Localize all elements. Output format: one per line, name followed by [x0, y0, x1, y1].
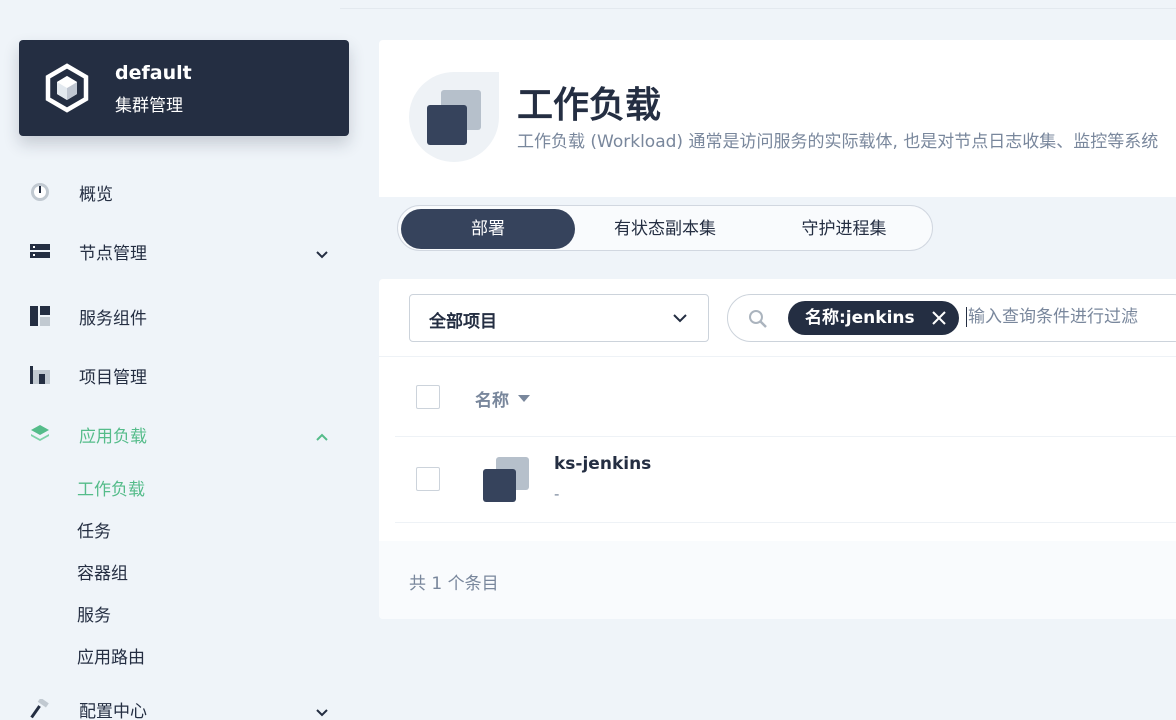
sidebar-item-nodes[interactable]: 节点管理 — [30, 233, 340, 269]
project-icon — [30, 363, 70, 387]
sidebar-item-label: 节点管理 — [79, 243, 147, 264]
sidebar-item-config-center[interactable]: 配置中心 — [30, 691, 340, 720]
table-footer: 共 1 个条目 — [379, 541, 1176, 619]
layers-icon — [30, 422, 70, 446]
sidebar-item-projects[interactable]: 项目管理 — [30, 357, 340, 393]
sidebar-item-components[interactable]: 服务组件 — [30, 298, 340, 334]
sidebar-subitem-services[interactable]: 服务 — [77, 601, 111, 626]
select-all-checkbox[interactable] — [416, 385, 440, 409]
sidebar-subitem-jobs[interactable]: 任务 — [77, 517, 111, 542]
hammer-icon — [30, 697, 70, 720]
sort-caret-icon — [518, 395, 530, 402]
server-icon — [30, 239, 70, 263]
tab-daemonsets[interactable]: 守护进程集 — [760, 209, 928, 249]
table-header: 名称 — [395, 357, 1176, 437]
table-toolbar: 全部项目 名称:jenkins — [379, 279, 1176, 357]
project-select-value: 全部项目 — [429, 312, 497, 332]
chevron-up-icon — [316, 433, 328, 441]
sidebar-item-app-workloads[interactable]: 应用负载 — [30, 416, 340, 452]
workload-description: - — [554, 485, 560, 503]
sidebar-subitem-workloads[interactable]: 工作负载 — [77, 475, 145, 500]
cluster-card[interactable]: default 集群管理 — [19, 40, 349, 136]
sidebar-item-label: 概览 — [79, 184, 113, 205]
cluster-subtitle: 集群管理 — [115, 96, 183, 116]
cluster-icon — [45, 63, 89, 113]
filter-tag-label: 名称:jenkins — [805, 308, 915, 328]
workload-type-tabs: 部署 有状态副本集 守护进程集 — [397, 205, 933, 251]
search-icon — [749, 310, 767, 328]
sidebar-subitem-pods[interactable]: 容器组 — [77, 559, 128, 584]
tab-statefulsets[interactable]: 有状态副本集 — [580, 209, 750, 249]
deployment-icon — [483, 457, 529, 502]
chevron-down-icon — [316, 251, 328, 259]
workload-name-link[interactable]: ks-jenkins — [554, 454, 651, 474]
sidebar-item-label: 配置中心 — [79, 701, 147, 720]
search-bar[interactable]: 名称:jenkins — [727, 294, 1176, 342]
project-select[interactable]: 全部项目 — [409, 294, 709, 342]
cluster-name: default — [115, 62, 192, 84]
page-title: 工作负载 — [517, 85, 662, 126]
workload-header-icon — [409, 72, 499, 162]
page-description: 工作负载 (Workload) 通常是访问服务的实际载体, 也是对节点日志收集、… — [517, 132, 1159, 152]
sidebar-item-label: 服务组件 — [79, 308, 147, 329]
dashboard-icon — [30, 180, 70, 204]
filter-tag: 名称:jenkins — [788, 301, 959, 335]
column-header-label: 名称 — [475, 391, 509, 411]
sidebar-subitem-routes[interactable]: 应用路由 — [77, 643, 145, 668]
tab-deployments[interactable]: 部署 — [401, 209, 575, 249]
close-icon[interactable] — [931, 310, 947, 326]
chevron-down-icon — [673, 314, 687, 323]
total-count: 共 1 个条目 — [409, 574, 499, 594]
chevron-down-icon — [316, 709, 328, 717]
sidebar-item-overview[interactable]: 概览 — [30, 174, 340, 210]
search-input[interactable] — [966, 307, 1176, 327]
column-header-name[interactable]: 名称 — [475, 386, 530, 411]
page-header: 工作负载 工作负载 (Workload) 通常是访问服务的实际载体, 也是对节点… — [379, 40, 1176, 197]
sidebar-item-label: 应用负载 — [79, 426, 147, 447]
tab-strip: 部署 有状态副本集 守护进程集 — [379, 197, 1176, 261]
components-icon — [30, 304, 70, 328]
sidebar-item-label: 项目管理 — [79, 367, 147, 388]
table-row[interactable]: ks-jenkins - — [395, 437, 1176, 523]
workload-table-card: 全部项目 名称:jenkins 名称 ks-jenkins - 共 1 个条目 — [379, 279, 1176, 619]
top-divider — [340, 0, 1176, 9]
row-checkbox[interactable] — [416, 467, 440, 491]
